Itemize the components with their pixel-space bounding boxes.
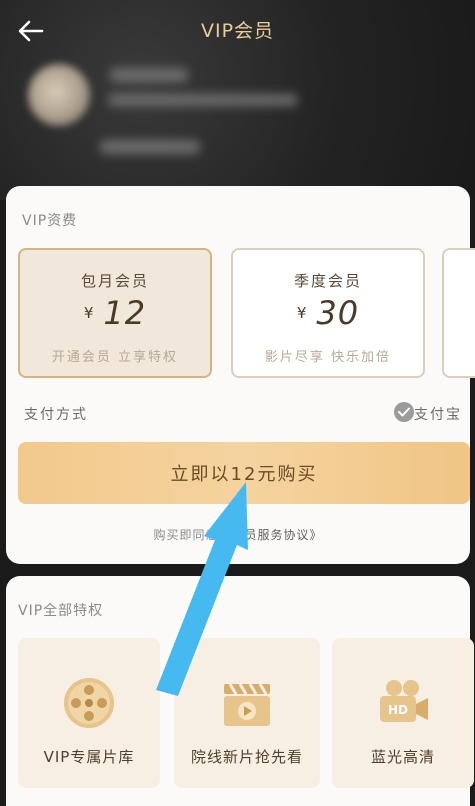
payment-method: 支付宝	[414, 407, 462, 423]
price-value: 12	[103, 294, 147, 332]
plans-card: VIP资费 包月会员 ¥12 开通会员 立享特权 季度会员 ¥30 影片尽享 快…	[6, 186, 475, 564]
agreement-link[interactable]: 《会员服务协议》	[219, 528, 323, 542]
agreement-text: 购买即同意《会员服务协议》	[6, 526, 470, 543]
privileges-section-label: VIP全部特权	[18, 603, 104, 619]
profile-header: VIP会员	[0, 0, 475, 200]
privilege-label: 院线新片抢先看	[190, 748, 303, 766]
plan-price: ¥12	[20, 294, 210, 332]
avatar	[28, 64, 90, 126]
currency-symbol: ¥	[83, 304, 94, 322]
privilege-label: 蓝光高清	[370, 748, 435, 766]
agreement-prefix: 购买即同意	[153, 528, 219, 542]
payment-row: 支付方式 支付宝	[24, 400, 460, 426]
hd-camera-icon: HD	[380, 680, 428, 722]
price-value: 30	[316, 294, 360, 332]
svg-text:HD: HD	[388, 703, 408, 717]
plan-quarterly[interactable]: 季度会员 ¥30 影片尽享 快乐加倍	[231, 248, 425, 378]
plan-desc: 影片尽享 快乐加倍	[264, 350, 392, 365]
plan-monthly[interactable]: 包月会员 ¥12 开通会员 立享特权	[18, 248, 212, 378]
page-title: VIP会员	[200, 20, 275, 42]
privilege-label: VIP专属片库	[43, 748, 135, 766]
plan-price: ¥30	[233, 294, 423, 332]
payment-check[interactable]	[394, 402, 414, 422]
plan-desc: 开通会员 立享特权	[51, 350, 179, 365]
buy-button-label: 立即以12元购买	[170, 464, 318, 485]
plan-name: 包月会员	[80, 272, 149, 290]
blurred-username	[110, 68, 188, 82]
clapperboard-icon	[224, 683, 270, 726]
privilege-item[interactable]: VIP专属片库	[18, 638, 160, 788]
currency-symbol: ¥	[296, 304, 307, 322]
blurred-vip-status	[100, 140, 200, 154]
plan-name: 季度会员	[293, 272, 362, 290]
payment-label: 支付方式	[24, 407, 88, 423]
privilege-item[interactable]: 院线新片抢先看	[174, 638, 320, 788]
film-reel-icon	[64, 678, 114, 728]
privilege-item[interactable]: HD 蓝光高清	[332, 638, 474, 788]
privileges-card: VIP全部特权 VIP专属片库 院线新片抢先看 HD 蓝光高清	[6, 576, 474, 806]
check-icon	[398, 407, 410, 417]
buy-button[interactable]: 立即以12元购买	[18, 442, 470, 504]
plans-section-label: VIP资费	[22, 213, 78, 229]
blurred-user-info	[108, 94, 298, 106]
plan-next-partial[interactable]	[442, 248, 475, 378]
